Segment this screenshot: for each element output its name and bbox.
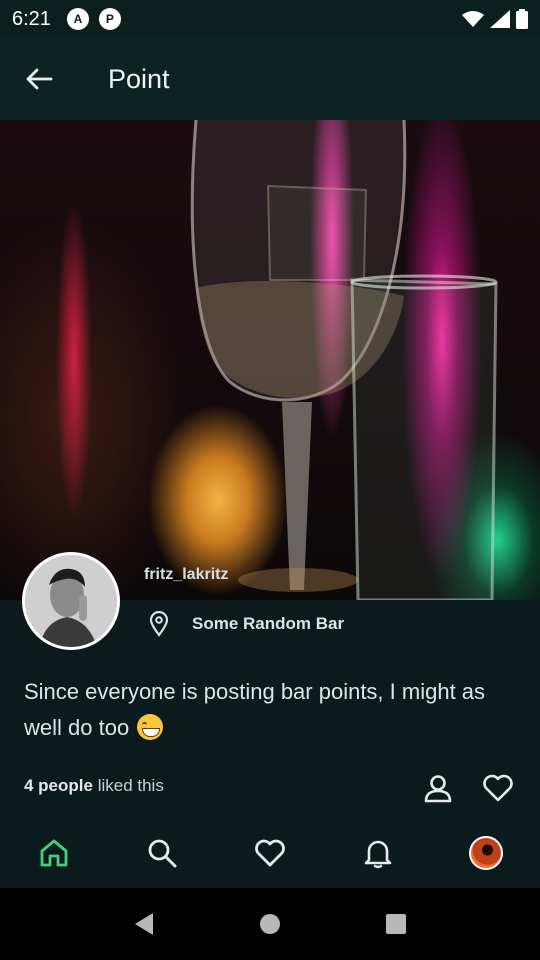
system-back-icon[interactable] — [133, 912, 155, 936]
profile-avatar — [469, 836, 503, 870]
app-bar: Point — [0, 38, 540, 120]
back-button[interactable] — [0, 38, 78, 120]
nav-profile[interactable] — [456, 823, 516, 883]
person-icon — [424, 775, 452, 803]
page-title: Point — [108, 63, 170, 94]
home-icon — [40, 839, 68, 867]
arrow-left-icon — [26, 68, 53, 90]
nav-home[interactable] — [24, 823, 84, 883]
system-recents-icon[interactable] — [385, 913, 407, 935]
grinning-emoji-icon — [137, 714, 164, 740]
map-pin-icon — [149, 611, 169, 637]
likes-count: 4 people — [24, 776, 93, 795]
status-bar: 6:21 A P — [0, 0, 540, 38]
likes-label: liked this — [92, 776, 164, 795]
bottom-navigation — [0, 818, 540, 888]
nav-notifications[interactable] — [348, 823, 408, 883]
post-caption: Since everyone is posting bar points, I … — [24, 674, 514, 746]
app-notification-icon: P — [98, 8, 121, 30]
caption-text: Since everyone is posting bar points, I … — [24, 679, 486, 740]
status-time: 6:21 — [12, 7, 51, 30]
location-name: Some Random Bar — [192, 614, 345, 633]
heart-icon — [483, 774, 513, 802]
nav-search[interactable] — [132, 823, 192, 883]
heart-icon — [255, 839, 285, 867]
author-username[interactable]: fritz_lakritz — [144, 566, 228, 584]
signal-icon — [490, 10, 510, 28]
likes-summary[interactable]: 4 people liked this — [24, 776, 164, 796]
battery-icon — [516, 9, 528, 29]
post-image[interactable] — [0, 120, 540, 600]
nav-favorites[interactable] — [240, 823, 300, 883]
location[interactable]: Some Random Bar — [148, 610, 344, 638]
system-navigation-bar — [0, 888, 540, 960]
wifi-icon — [462, 11, 484, 27]
search-icon — [148, 839, 177, 868]
view-likers-button[interactable] — [420, 770, 456, 806]
system-home-icon[interactable] — [259, 913, 281, 935]
bell-icon — [364, 840, 392, 869]
author-photo — [25, 555, 117, 647]
status-icons — [462, 9, 528, 29]
author-avatar[interactable] — [22, 552, 120, 650]
app-notification-icon: A — [66, 8, 89, 30]
like-button[interactable] — [480, 770, 516, 806]
